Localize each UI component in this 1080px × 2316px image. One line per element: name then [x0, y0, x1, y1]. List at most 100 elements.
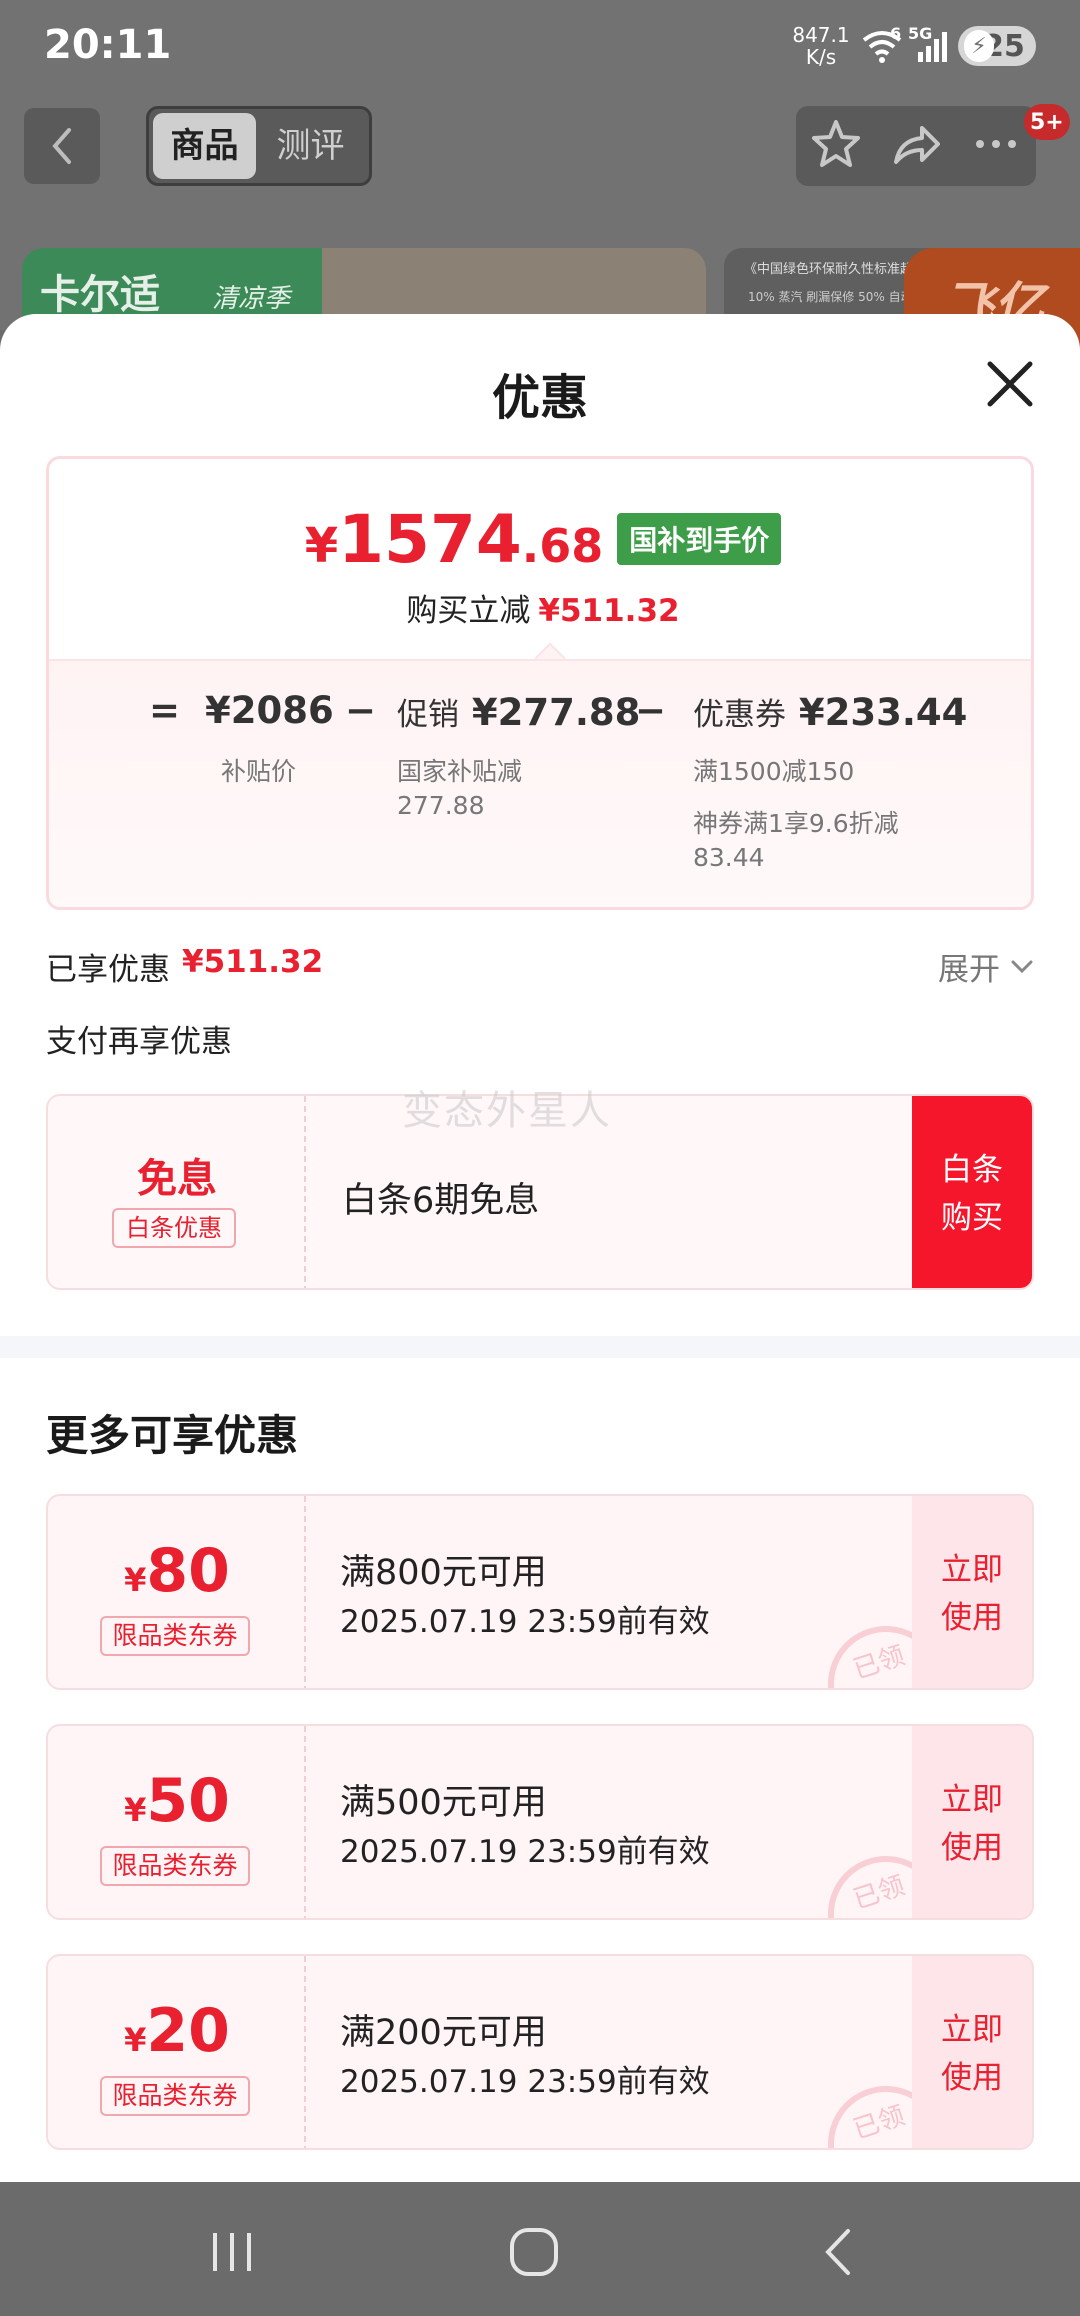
coupon-condition: 满800元可用 [340, 1553, 547, 1593]
product-tab-switcher: 商品 测评 [146, 106, 372, 186]
system-navigation-bar [0, 2182, 1080, 2316]
promo-amount: 促销 ¥277.88 [397, 689, 640, 734]
use-now-line2: 使用 [941, 1600, 1003, 1636]
discount-sheet: 优惠 ¥ 1574 .68 国补到手价 购买立减 ¥511.32 = ¥2086 … [0, 314, 1080, 2182]
expand-label: 展开 [938, 952, 1000, 988]
sheet-title: 优惠 [491, 370, 588, 426]
coupon-currency: ¥ [124, 2021, 147, 2059]
coupon-sub-2: 神券满1享9.6折减 [693, 809, 899, 838]
wifi-icon: 6 [858, 24, 906, 66]
promo-value: ¥277.88 [471, 691, 641, 734]
minus-sign-2: − [635, 689, 667, 732]
coupon-card[interactable]: ¥20 限品类东券 满200元可用 2025.07.19 23:59前有效 已领… [46, 1954, 1034, 2150]
coupon-type-tag: 限品类东券 [100, 2076, 250, 2116]
coupon-validity: 2025.07.19 23:59前有效 [340, 1834, 710, 1870]
notification-badge: 5+ [1024, 104, 1070, 140]
home-button[interactable] [494, 2212, 574, 2292]
final-price-section: ¥ 1574 .68 国补到手价 购买立减 ¥511.32 [49, 459, 1031, 659]
banner-right-caption-2: 10% 蒸汽 刷漏保修 50% 自动清 [748, 290, 925, 304]
section-divider [0, 1336, 1080, 1358]
use-now-line1: 立即 [941, 1552, 1003, 1588]
wifi-label: 6 [890, 24, 902, 43]
buy-reduce-label: 购买立减 [406, 593, 531, 629]
baitiao-tag: 白条优惠 [112, 1208, 236, 1248]
coupon-currency: ¥ [124, 1561, 147, 1599]
recents-button[interactable] [192, 2212, 272, 2292]
coupon-validity: 2025.07.19 23:59前有效 [340, 2064, 710, 2100]
tab-product[interactable]: 商品 [153, 113, 257, 179]
price-breakdown: = ¥2086 补贴价 − 促销 ¥277.88 国家补贴减 277.88 − … [49, 659, 1031, 907]
price-currency: ¥ [304, 518, 339, 574]
gov-subsidy-tag: 国补到手价 [617, 513, 782, 565]
coupon-condition: 满500元可用 [340, 1783, 547, 1823]
share-arrow-icon [894, 126, 940, 164]
system-back-button[interactable] [798, 2212, 878, 2292]
enjoyed-discount-row: 已享优惠 ¥511.32 展开 [46, 944, 1034, 988]
network-speed-value: 847.1 [792, 23, 850, 47]
coupon-sub-3: 83.44 [693, 843, 765, 872]
coupon-left: ¥20 限品类东券 [48, 1956, 306, 2148]
coupon-amount: ¥20 [48, 1996, 306, 2066]
home-icon [510, 2228, 558, 2276]
coupon-amount: 优惠券 ¥233.44 [693, 689, 967, 734]
coupon-card[interactable]: ¥50 限品类东券 满500元可用 2025.07.19 23:59前有效 已领… [46, 1724, 1034, 1920]
coupon-left: ¥50 限品类东券 [48, 1726, 306, 1918]
minus-sign-1: − [345, 689, 377, 732]
use-now-button[interactable]: 立即 使用 [912, 1726, 1032, 1918]
share-button[interactable] [890, 118, 942, 174]
coupon-amount: ¥50 [48, 1766, 306, 1836]
base-price-label: 补贴价 [221, 757, 297, 786]
coupon-type-tag: 限品类东券 [100, 1616, 250, 1656]
coupon-card[interactable]: ¥80 限品类东券 满800元可用 2025.07.19 23:59前有效 已领… [46, 1494, 1034, 1690]
banner-slogan: 清凉季 [212, 284, 291, 314]
close-button[interactable] [980, 354, 1040, 414]
price-decimal: .68 [521, 519, 604, 573]
coupon-amount-number: 50 [146, 1766, 230, 1836]
more-dots-icon [976, 140, 1016, 148]
network-speed-unit: K/s [805, 45, 837, 69]
price-summary-card: ¥ 1574 .68 国补到手价 购买立减 ¥511.32 = ¥2086 补贴价… [46, 456, 1034, 910]
promo-sub-label: 国家补贴减 [397, 757, 523, 786]
promo-label: 促销 [397, 697, 459, 733]
baitiao-buy-button[interactable]: 白条 购买 [912, 1096, 1032, 1288]
coupon-validity: 2025.07.19 23:59前有效 [340, 1604, 710, 1640]
back-button[interactable] [24, 108, 100, 184]
header-actions [796, 106, 1036, 186]
promo-sub-value: 277.88 [397, 791, 485, 820]
recents-icon [213, 2233, 251, 2271]
interest-free-label: 免息 [137, 1156, 217, 1202]
tab-review[interactable]: 测评 [256, 113, 365, 179]
baitiao-description: 白条6期免息 [342, 1181, 540, 1221]
close-x-icon [987, 361, 1033, 407]
nav-back-icon [825, 2229, 850, 2275]
buy-reduce-line: 购买立减 ¥511.32 [49, 585, 1031, 630]
coupon-label: 优惠券 [693, 697, 786, 733]
use-now-button[interactable]: 立即 使用 [912, 1956, 1032, 2148]
coupon-value: ¥233.44 [798, 691, 968, 734]
equals-sign: = [149, 689, 181, 732]
enjoyed-value: ¥511.32 [182, 944, 324, 980]
coupon-condition: 满200元可用 [340, 2013, 547, 2053]
use-now-button[interactable]: 立即 使用 [912, 1496, 1032, 1688]
more-offers-title: 更多可享优惠 [46, 1411, 299, 1460]
coupon-amount: ¥80 [48, 1536, 306, 1606]
baitiao-left: 免息 白条优惠 [48, 1096, 306, 1288]
favorite-button[interactable] [810, 118, 862, 174]
network-speed: 847.1 K/s [790, 24, 852, 68]
buy-reduce-value: ¥511.32 [538, 593, 680, 629]
expand-button[interactable]: 展开 [938, 944, 1034, 989]
banner-brand: 卡尔适 [40, 272, 160, 318]
watermark: 变态外星人 [402, 1088, 612, 1134]
status-bar: 20:11 847.1 K/s 6 5G ⚡ 25 [0, 0, 1080, 95]
base-price-value: ¥2086 [205, 689, 334, 732]
use-now-line1: 立即 [941, 2012, 1003, 2048]
coupon-type-tag: 限品类东券 [100, 1846, 250, 1886]
use-now-line2: 使用 [941, 1830, 1003, 1866]
use-now-line1: 立即 [941, 1782, 1003, 1818]
coupon-currency: ¥ [124, 1791, 147, 1829]
baitiao-btn-line2: 购买 [941, 1200, 1003, 1236]
pay-more-label: 支付再享优惠 [46, 1024, 232, 1060]
enjoyed-label: 已享优惠 [46, 952, 170, 988]
more-button[interactable] [970, 118, 1022, 174]
battery-indicator: ⚡ 25 [958, 26, 1036, 66]
